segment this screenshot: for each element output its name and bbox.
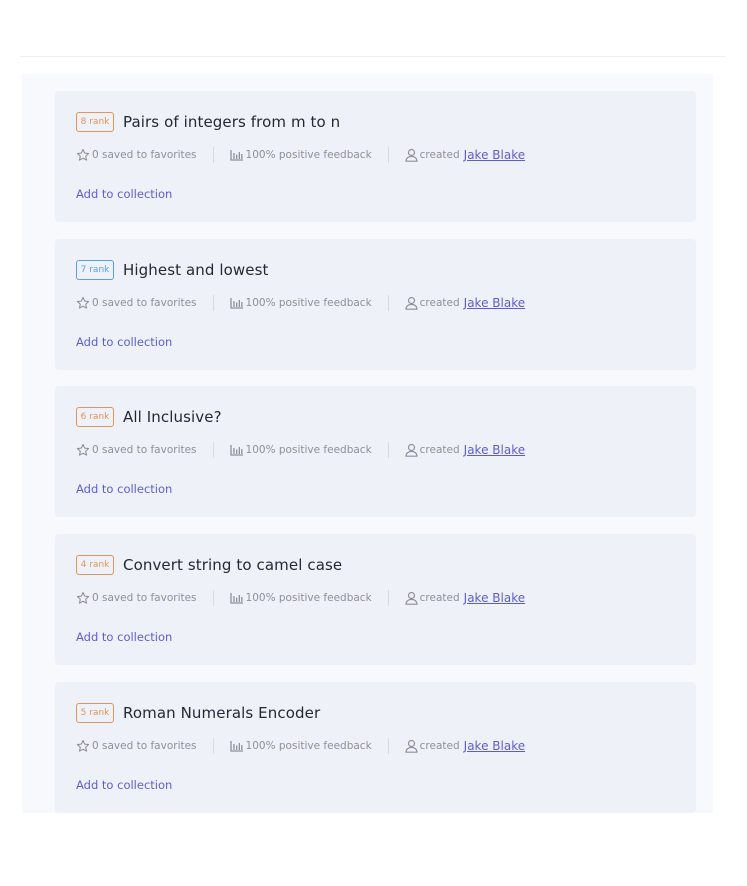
favorites-label: 0 saved to favorites [92, 592, 197, 604]
favorites-label: 0 saved to favorites [92, 740, 197, 752]
add-to-collection-link[interactable]: Add to collection [76, 630, 172, 644]
feedback-label: 100% positive feedback [245, 592, 372, 604]
user-icon [405, 739, 418, 753]
star-icon [76, 148, 90, 161]
user-icon [405, 591, 418, 605]
add-to-collection-link[interactable]: Add to collection [76, 187, 172, 201]
feedback-label: 100% positive feedback [245, 740, 372, 752]
rank-badge: 4 rank [76, 555, 114, 575]
author-link[interactable]: Jake Blake [464, 739, 525, 753]
task-meta: 0 saved to favorites 100% positive feedb… [76, 442, 525, 458]
author-link[interactable]: Jake Blake [464, 443, 525, 457]
task-card: 8 rank Pairs of integers from m to n 0 s… [55, 91, 696, 222]
created-label: created [419, 740, 460, 752]
add-to-collection-link[interactable]: Add to collection [76, 335, 172, 349]
rank-badge: 5 rank [76, 703, 114, 723]
favorites-label: 0 saved to favorites [92, 149, 197, 161]
task-meta: 0 saved to favorites 100% positive feedb… [76, 147, 525, 163]
meta-divider [387, 147, 389, 163]
favorites-count: 0 saved to favorites [76, 296, 197, 310]
feedback-stat: 100% positive feedback [229, 740, 372, 752]
author-info: created Jake Blake [405, 148, 525, 162]
meta-divider [387, 442, 389, 458]
star-icon [76, 296, 90, 309]
task-title[interactable]: Pairs of integers from m to n [123, 113, 340, 131]
meta-divider [212, 442, 214, 458]
task-title-row: 7 rank Highest and lowest [76, 259, 269, 281]
bar-chart-icon [229, 445, 243, 456]
author-link[interactable]: Jake Blake [464, 148, 525, 162]
task-card: 5 rank Roman Numerals Encoder 0 saved to… [55, 682, 696, 813]
meta-divider [212, 147, 214, 163]
author-info: created Jake Blake [405, 591, 525, 605]
star-icon [76, 443, 90, 456]
task-title-row: 8 rank Pairs of integers from m to n [76, 111, 340, 133]
task-title[interactable]: Roman Numerals Encoder [123, 704, 320, 722]
favorites-count: 0 saved to favorites [76, 739, 197, 753]
favorites-label: 0 saved to favorites [92, 444, 197, 456]
top-divider [20, 56, 726, 57]
created-label: created [419, 592, 460, 604]
favorites-count: 0 saved to favorites [76, 443, 197, 457]
task-list: 8 rank Pairs of integers from m to n 0 s… [22, 74, 713, 813]
author-info: created Jake Blake [405, 739, 525, 753]
task-title[interactable]: Convert string to camel case [123, 556, 342, 574]
favorites-count: 0 saved to favorites [76, 148, 197, 162]
meta-divider [212, 295, 214, 311]
author-link[interactable]: Jake Blake [464, 591, 525, 605]
user-icon [405, 148, 418, 162]
favorites-label: 0 saved to favorites [92, 297, 197, 309]
task-card: 7 rank Highest and lowest 0 saved to fav… [55, 239, 696, 370]
bar-chart-icon [229, 741, 243, 752]
bar-chart-icon [229, 150, 243, 161]
bar-chart-icon [229, 298, 243, 309]
task-title-row: 5 rank Roman Numerals Encoder [76, 702, 320, 724]
feedback-label: 100% positive feedback [245, 444, 372, 456]
rank-badge: 8 rank [76, 112, 114, 132]
meta-divider [212, 590, 214, 606]
task-title-row: 6 rank All Inclusive? [76, 406, 222, 428]
feedback-label: 100% positive feedback [245, 297, 372, 309]
rank-badge: 6 rank [76, 407, 114, 427]
meta-divider [212, 738, 214, 754]
star-icon [76, 591, 90, 604]
favorites-count: 0 saved to favorites [76, 591, 197, 605]
task-meta: 0 saved to favorites 100% positive feedb… [76, 295, 525, 311]
rank-badge: 7 rank [76, 260, 114, 280]
meta-divider [387, 738, 389, 754]
task-meta: 0 saved to favorites 100% positive feedb… [76, 738, 525, 754]
feedback-stat: 100% positive feedback [229, 444, 372, 456]
author-info: created Jake Blake [405, 443, 525, 457]
task-card: 4 rank Convert string to camel case 0 sa… [55, 534, 696, 665]
feedback-stat: 100% positive feedback [229, 297, 372, 309]
task-meta: 0 saved to favorites 100% positive feedb… [76, 590, 525, 606]
author-link[interactable]: Jake Blake [464, 296, 525, 310]
author-info: created Jake Blake [405, 296, 525, 310]
add-to-collection-link[interactable]: Add to collection [76, 482, 172, 496]
created-label: created [419, 444, 460, 456]
feedback-label: 100% positive feedback [245, 149, 372, 161]
user-icon [405, 443, 418, 457]
feedback-stat: 100% positive feedback [229, 592, 372, 604]
created-label: created [419, 149, 460, 161]
task-title[interactable]: Highest and lowest [123, 261, 269, 279]
meta-divider [387, 590, 389, 606]
star-icon [76, 739, 90, 752]
user-icon [405, 296, 418, 310]
bar-chart-icon [229, 593, 243, 604]
task-title-row: 4 rank Convert string to camel case [76, 554, 342, 576]
task-card: 6 rank All Inclusive? 0 saved to favorit… [55, 386, 696, 517]
add-to-collection-link[interactable]: Add to collection [76, 778, 172, 792]
task-title[interactable]: All Inclusive? [123, 408, 222, 426]
feedback-stat: 100% positive feedback [229, 149, 372, 161]
meta-divider [387, 295, 389, 311]
created-label: created [419, 297, 460, 309]
